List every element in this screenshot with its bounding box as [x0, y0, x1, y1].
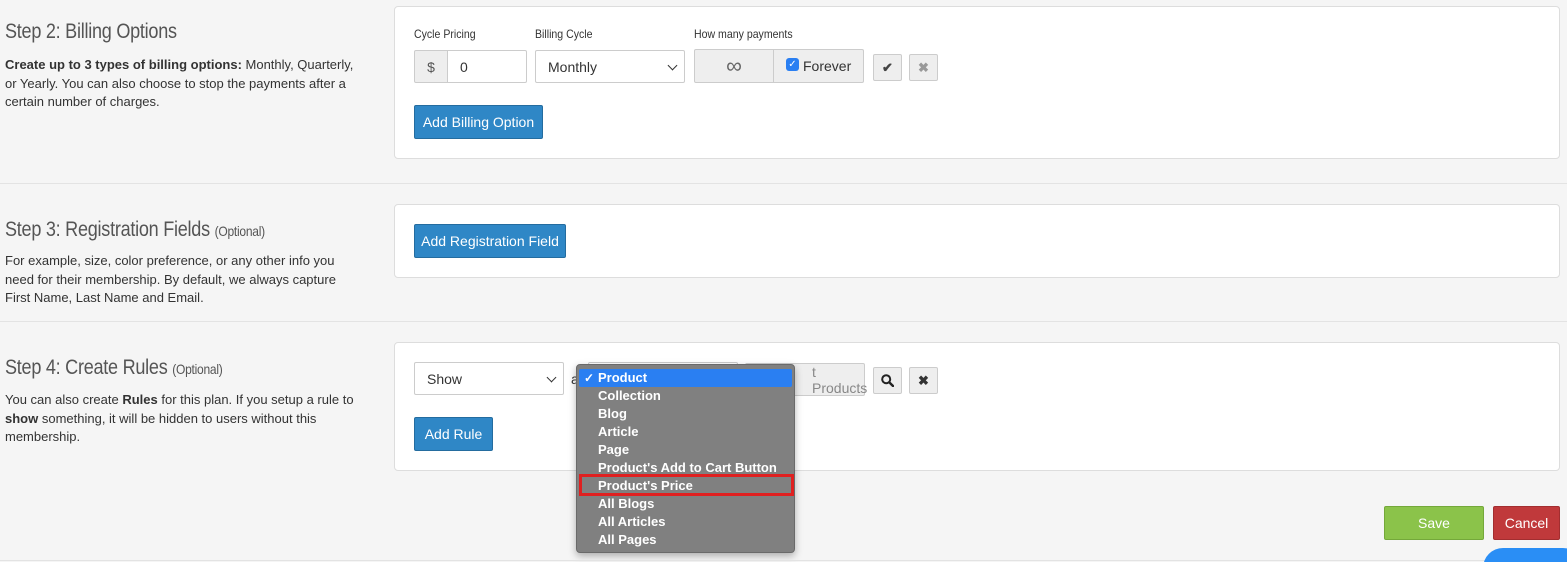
cycle-pricing-label: Cycle Pricing	[414, 27, 476, 41]
step4-desc-part: You can also create	[5, 392, 123, 407]
add-rule-button[interactable]: Add Rule	[414, 417, 493, 451]
rule-type-dropdown: ✓ Product Collection Blog Article Page Pr…	[576, 364, 795, 553]
search-rule-button[interactable]	[873, 367, 902, 394]
step3-title-text: Step 3: Registration Fields	[5, 218, 210, 241]
dropdown-option-collection[interactable]: Collection	[577, 387, 794, 405]
billing-cycle-value: Monthly	[548, 58, 598, 75]
step4-desc-bold: show	[5, 410, 39, 426]
footer-divider	[0, 560, 1567, 561]
dropdown-option-all-blogs[interactable]: All Blogs	[577, 495, 794, 513]
chevron-down-icon	[546, 372, 557, 383]
section-divider	[0, 321, 1567, 322]
rule-action-value: Show	[427, 370, 463, 387]
payments-label: How many payments	[694, 27, 793, 41]
remove-rule-button[interactable]: ✖	[909, 367, 938, 394]
checkmark-icon: ✓	[584, 371, 595, 385]
step3-title: Step 3: Registration Fields (Optional)	[5, 218, 265, 242]
step3-optional-tag: (Optional)	[214, 223, 266, 239]
currency-addon: $	[414, 50, 448, 83]
dropdown-option-product[interactable]: ✓ Product	[579, 369, 792, 387]
price-input[interactable]: 0	[448, 50, 527, 83]
step2-description: Create up to 3 types of billing options:…	[5, 56, 360, 112]
step4-desc-bold: Rules	[122, 392, 158, 407]
dropdown-option-all-articles[interactable]: All Articles	[577, 513, 794, 531]
step4-desc-part: something, it will be hidden to users wi…	[5, 410, 317, 445]
registration-panel	[394, 204, 1560, 278]
forever-label: Forever	[803, 58, 852, 74]
dropdown-option-article[interactable]: Article	[577, 423, 794, 441]
step4-optional-tag: (Optional)	[172, 361, 223, 377]
confirm-billing-button[interactable]: ✔	[873, 54, 902, 81]
step3-description: For example, size, color preference, or …	[5, 253, 336, 305]
chevron-down-icon	[667, 60, 678, 71]
step2-title-text: Step 2: Billing Options	[5, 20, 177, 43]
highlight-annotation	[579, 474, 794, 496]
close-icon: ✖	[918, 59, 929, 75]
step2-desc-bold: Create up to 3 types of billing options:	[5, 57, 242, 72]
search-icon	[881, 374, 894, 387]
step4-title-text: Step 4: Create Rules	[5, 356, 168, 379]
step4-description: You can also create Rules for this plan.…	[5, 391, 360, 447]
dropdown-option-page[interactable]: Page	[577, 441, 794, 459]
billing-cycle-select[interactable]: Monthly	[535, 50, 685, 83]
step4-desc-part: for this plan. If you setup a rule to	[157, 392, 354, 407]
remove-billing-button[interactable]: ✖	[909, 54, 938, 81]
billing-cycle-label: Billing Cycle	[535, 27, 593, 41]
rule-search-placeholder: t Products	[812, 363, 868, 396]
rule-action-select[interactable]: Show	[414, 362, 564, 395]
dropdown-option-label: Product	[598, 370, 648, 385]
close-icon: ✖	[918, 372, 929, 388]
dropdown-option-all-pages[interactable]: All Pages	[577, 531, 794, 549]
cancel-button[interactable]: Cancel	[1493, 506, 1560, 540]
price-input-group: $ 0	[414, 50, 527, 83]
add-billing-option-button[interactable]: Add Billing Option	[414, 105, 543, 139]
step2-title: Step 2: Billing Options	[5, 20, 177, 44]
save-button[interactable]: Save	[1384, 506, 1484, 540]
forever-addon: ✓ Forever	[774, 49, 864, 83]
add-registration-field-button[interactable]: Add Registration Field	[414, 224, 566, 258]
section-divider	[0, 183, 1567, 184]
dropdown-option-blog[interactable]: Blog	[577, 405, 794, 423]
chat-widget-button[interactable]	[1483, 548, 1567, 562]
check-icon: ✔	[882, 59, 893, 75]
step4-title: Step 4: Create Rules (Optional)	[5, 356, 223, 380]
payments-input-group: ∞ ✓ Forever	[694, 49, 864, 83]
infinity-icon[interactable]: ∞	[694, 49, 774, 83]
rules-panel	[394, 342, 1560, 471]
forever-checkbox[interactable]: ✓	[786, 57, 799, 71]
